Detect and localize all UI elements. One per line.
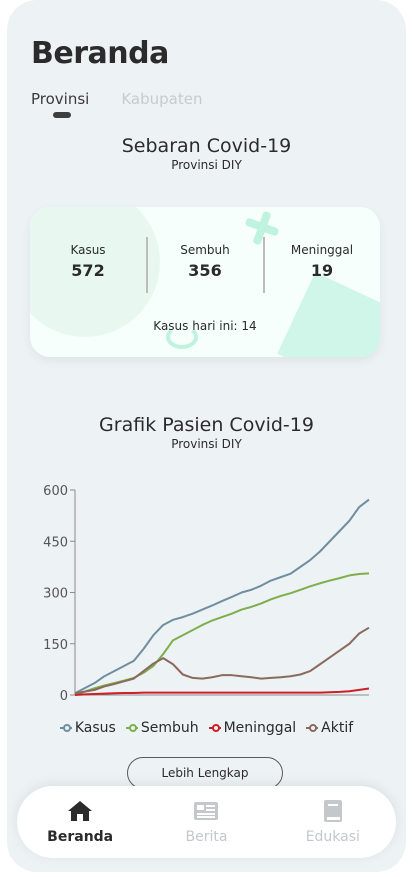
summary-title: Sebaran Covid-19 bbox=[121, 135, 292, 157]
nav-label: Berita bbox=[185, 829, 228, 845]
chart-svg: 0 150 300 450 600 bbox=[43, 484, 370, 704]
nav-item-beranda[interactable]: Beranda bbox=[25, 799, 135, 845]
legend-label: Sembuh bbox=[140, 720, 199, 736]
page-title: Beranda bbox=[31, 36, 169, 71]
y-tick-label: 300 bbox=[43, 587, 68, 602]
app-screen: Beranda Provinsi Kabupaten Sebaran Covid… bbox=[7, 0, 406, 872]
nav-item-edukasi[interactable]: Edukasi bbox=[278, 799, 388, 845]
nav-label: Beranda bbox=[47, 829, 114, 845]
stat-meninggal: Meninggal 19 bbox=[264, 243, 380, 280]
nav-item-berita[interactable]: Berita bbox=[151, 799, 261, 845]
legend-marker bbox=[306, 723, 319, 733]
decor-square bbox=[277, 272, 380, 357]
line-chart: 0 150 300 450 600 bbox=[7, 470, 406, 704]
region-tabs: Provinsi Kabupaten bbox=[31, 90, 202, 108]
legend-label: Aktif bbox=[321, 720, 354, 736]
legend-marker bbox=[125, 723, 138, 733]
series-line-kasus bbox=[74, 498, 370, 695]
series-line-sembuh bbox=[74, 572, 370, 696]
legend-label: Meninggal bbox=[223, 720, 297, 736]
active-tab-indicator bbox=[53, 112, 71, 118]
legend-label: Kasus bbox=[74, 720, 116, 736]
legend-item: Aktif bbox=[306, 720, 353, 736]
y-tick-label: 450 bbox=[43, 535, 68, 550]
stat-sembuh: Sembuh 356 bbox=[147, 243, 263, 280]
stat-label: Kasus bbox=[70, 243, 106, 257]
legend-item: Sembuh bbox=[125, 720, 199, 736]
chart-subtitle: Provinsi DIY bbox=[171, 437, 242, 451]
summary-subtitle: Provinsi DIY bbox=[171, 158, 242, 172]
stat-kasus: Kasus 572 bbox=[30, 243, 146, 280]
tab-kabupaten[interactable]: Kabupaten bbox=[121, 90, 202, 108]
today-cases: Kasus hari ini: 14 bbox=[153, 319, 257, 333]
stat-label: Meninggal bbox=[290, 243, 354, 257]
more-button[interactable]: Lebih Lengkap bbox=[127, 757, 283, 789]
y-tick-label: 600 bbox=[43, 484, 68, 499]
y-tick-label: 0 bbox=[60, 689, 68, 700]
stat-value: 572 bbox=[71, 261, 105, 280]
stat-value: 19 bbox=[310, 261, 334, 280]
legend-marker bbox=[59, 723, 72, 733]
newspaper-icon bbox=[192, 799, 220, 823]
legend-item: Kasus bbox=[59, 720, 116, 736]
series-line-aktif bbox=[74, 626, 370, 695]
book-icon bbox=[319, 799, 347, 823]
legend-marker bbox=[208, 723, 221, 733]
series-line-meninggal bbox=[74, 687, 370, 696]
stat-value: 356 bbox=[188, 261, 222, 280]
nav-label: Edukasi bbox=[305, 829, 360, 845]
stats-card: Kasus 572 Sembuh 356 Meninggal 19 Kasus … bbox=[30, 207, 380, 357]
legend-item: Meninggal bbox=[208, 720, 297, 736]
chart-title: Grafik Pasien Covid-19 bbox=[99, 414, 314, 436]
home-icon bbox=[66, 799, 94, 823]
stat-label: Sembuh bbox=[180, 243, 230, 257]
tab-provinsi[interactable]: Provinsi bbox=[31, 90, 89, 108]
chart-legend: Kasus Sembuh Meninggal Aktif bbox=[7, 720, 406, 736]
y-tick-label: 150 bbox=[43, 638, 68, 653]
bottom-nav: Beranda Berita Edukasi bbox=[17, 786, 396, 858]
